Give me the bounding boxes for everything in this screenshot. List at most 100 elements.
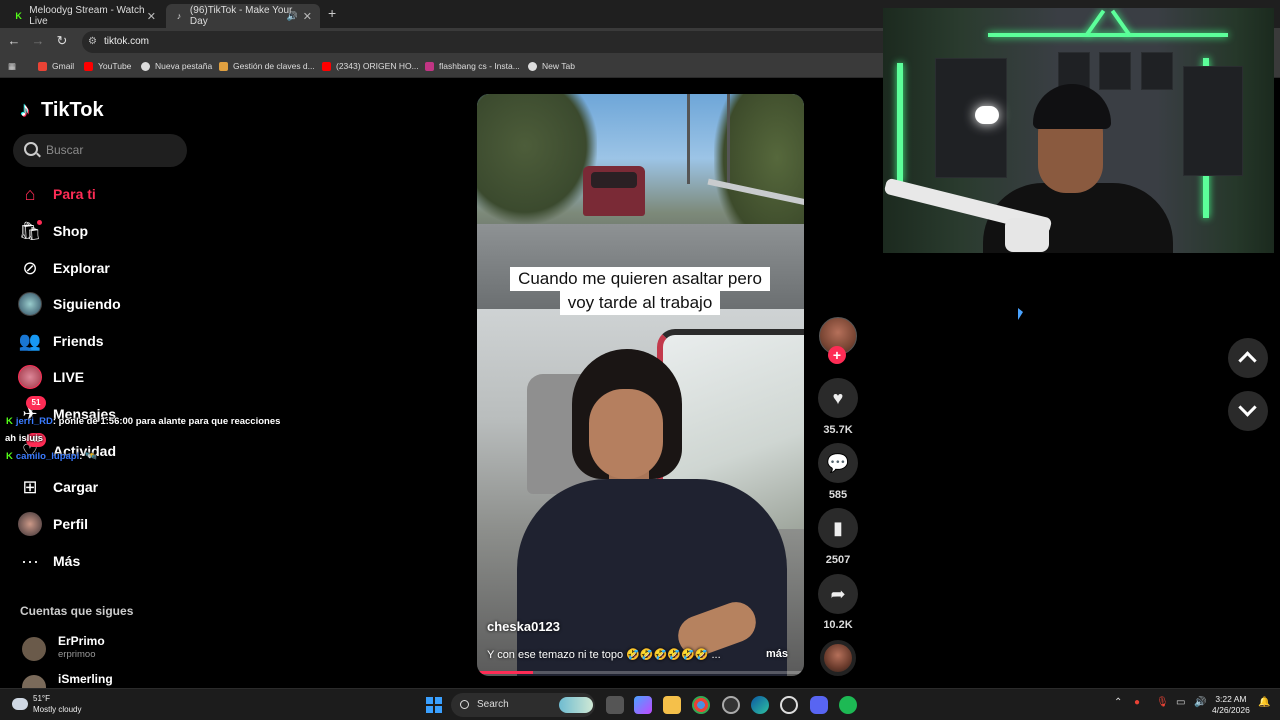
nav-live[interactable]: LIVE: [18, 362, 198, 392]
more-button[interactable]: más: [766, 648, 788, 660]
youtube-icon: [84, 61, 93, 71]
bookmark-new-tab[interactable]: New Tab: [528, 61, 575, 71]
share-count: 10.2K: [823, 619, 853, 631]
task-view-icon[interactable]: [606, 696, 624, 714]
nav-cargar[interactable]: ⊞ Cargar: [18, 472, 198, 502]
comment-count: 585: [828, 489, 848, 501]
nav-siguiendo[interactable]: Siguiendo: [18, 289, 198, 319]
notification-icon[interactable]: 🔔: [1258, 697, 1270, 708]
network-icon[interactable]: ▭: [1176, 697, 1185, 708]
bookmark-icon: ▮: [833, 518, 843, 538]
obs-icon[interactable]: [780, 696, 798, 714]
notification-dot: [37, 220, 42, 225]
video-caption: Cuando me quieren asaltar pero voy tarde…: [495, 267, 785, 315]
chat-message: Kcamilo_lupapi: 🛰️: [6, 451, 97, 462]
taskbar-search[interactable]: Search: [451, 693, 595, 717]
profile-avatar: [18, 512, 42, 536]
video-username[interactable]: cheska0123: [487, 619, 560, 634]
microphone-icon: [1005, 218, 1049, 252]
next-video-button[interactable]: [1228, 391, 1268, 431]
share-icon: ➦: [830, 584, 846, 604]
instagram-icon: [425, 61, 434, 71]
close-icon[interactable]: ✕: [147, 10, 156, 23]
chrome-icon[interactable]: [692, 696, 710, 714]
search-input[interactable]: Buscar: [13, 134, 187, 167]
save-count: 2507: [825, 554, 851, 566]
video-progress-bar[interactable]: [477, 671, 804, 674]
gmail-icon: [38, 61, 47, 71]
search-highlight-art: [559, 697, 593, 713]
weather-widget[interactable]: 51°F Mostly cloudy: [12, 693, 81, 715]
video-player[interactable]: Cuando me quieren asaltar pero voy tarde…: [477, 94, 804, 676]
discord-icon[interactable]: [810, 696, 828, 714]
nav-perfil[interactable]: Perfil: [18, 509, 198, 539]
tab-tiktok[interactable]: ♪ (96)TikTok - Make Your Day 🔊 ✕: [166, 4, 320, 28]
like-button[interactable]: ♥: [818, 378, 858, 418]
cloud-icon: [12, 698, 28, 710]
save-button[interactable]: ▮: [818, 508, 858, 548]
microphone-icon[interactable]: 🎙: [1156, 697, 1169, 708]
previous-video-button[interactable]: [1228, 338, 1268, 378]
comment-button[interactable]: 💬: [818, 443, 858, 483]
youtube-icon: [322, 61, 331, 71]
nav-para-ti[interactable]: ⌂ Para ti: [18, 179, 198, 209]
tiktok-icon: ♪: [176, 11, 182, 21]
chat-message: ah isluis: [5, 433, 44, 444]
globe-icon: [528, 61, 537, 71]
chevron-up-icon[interactable]: ⌃: [1114, 697, 1122, 708]
steam-icon[interactable]: [722, 696, 740, 714]
back-icon[interactable]: ←: [6, 33, 22, 49]
new-tab-button[interactable]: +: [328, 5, 336, 21]
live-avatar: [18, 365, 42, 389]
chat-message: Kjerri_RD: ponle de 1:56:00 para alante …: [6, 416, 281, 427]
edge-icon[interactable]: [751, 696, 769, 714]
address-text: tiktok.com: [104, 36, 150, 47]
following-item-ismerling[interactable]: iSmerling: [22, 672, 182, 688]
chevron-down-icon: [1238, 398, 1257, 417]
kick-icon: K: [6, 451, 13, 462]
following-item-erprimo[interactable]: ErPrimo erprimoo: [22, 634, 182, 664]
car: [583, 166, 645, 216]
bookmark-origen[interactable]: (2343) ORIGEN HO...: [322, 61, 419, 71]
speaker-icon[interactable]: 🔊: [287, 11, 298, 22]
key-icon: [219, 61, 228, 71]
screen: K Meloodyg Stream - Watch Live ✕ ♪ (96)T…: [0, 0, 1280, 720]
home-icon: ⌂: [24, 184, 36, 204]
bookmark-youtube[interactable]: YouTube: [84, 61, 131, 71]
nav-friends[interactable]: 👥 Friends: [18, 326, 198, 356]
shop-icon: 🛍: [18, 220, 42, 241]
spotify-icon[interactable]: [839, 696, 857, 714]
site-info-icon[interactable]: ⚙: [88, 31, 97, 53]
compass-icon: ⊘: [22, 258, 38, 278]
clock[interactable]: 3:22 AM 4/26/2026: [1212, 694, 1250, 716]
messages-badge: 51: [26, 396, 46, 410]
apps-icon[interactable]: ▦: [8, 61, 16, 72]
windows-start-icon[interactable]: [426, 697, 442, 713]
forward-icon[interactable]: →: [30, 33, 46, 49]
reload-icon[interactable]: ↻: [54, 33, 70, 49]
avatar: [18, 292, 42, 316]
close-icon[interactable]: ✕: [303, 10, 312, 23]
bookmark-flashbang[interactable]: flashbang cs - Insta...: [425, 61, 520, 71]
video-description: Y con ese temazo ni te topo 🤣🤣🤣🤣🤣🤣 ...: [487, 649, 721, 661]
like-count: 35.7K: [823, 424, 853, 436]
nav-shop[interactable]: 🛍 Shop: [18, 216, 198, 246]
volume-icon[interactable]: 🔊: [1194, 697, 1206, 708]
music-disc[interactable]: [820, 640, 856, 676]
nav-explorar[interactable]: ⊘ Explorar: [18, 253, 198, 283]
comment-icon: 💬: [826, 453, 850, 473]
tray-app-icon[interactable]: ●: [1134, 697, 1140, 708]
nav-mas[interactable]: ··· Más: [18, 546, 198, 576]
bookmark-gestion-claves[interactable]: Gestión de claves d...: [219, 61, 315, 71]
tiktok-logo[interactable]: ♪ TikTok: [20, 98, 104, 122]
search-icon: [460, 700, 469, 709]
bookmark-nueva-pestana[interactable]: Nueva pestaña: [141, 61, 212, 71]
file-explorer-icon[interactable]: [663, 696, 681, 714]
bookmark-gmail[interactable]: Gmail: [38, 61, 74, 71]
upload-icon: ⊞: [22, 477, 38, 497]
share-button[interactable]: ➦: [818, 574, 858, 614]
tab-kick-stream[interactable]: K Meloodyg Stream - Watch Live ✕: [6, 4, 164, 28]
copilot-icon[interactable]: [634, 696, 652, 714]
follow-button[interactable]: +: [828, 346, 846, 364]
more-icon: ···: [21, 551, 39, 571]
